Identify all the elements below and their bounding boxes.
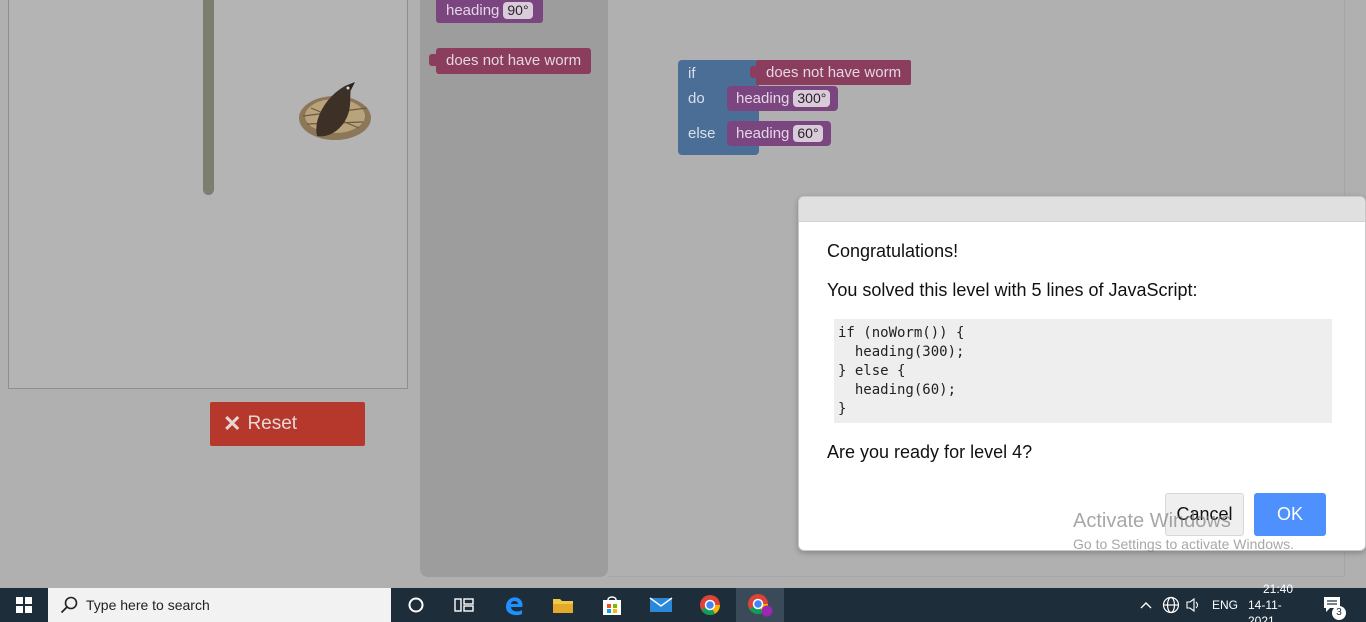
cortana-circle-icon <box>408 597 424 613</box>
action-center-button[interactable]: 3 <box>1322 588 1346 622</box>
search-icon <box>60 596 78 614</box>
else-heading-block[interactable]: heading 60° <box>727 121 831 146</box>
close-icon: ✕ <box>223 411 242 436</box>
speaker-icon <box>1186 597 1199 613</box>
condition-block-label: does not have worm <box>446 52 582 69</box>
mail-button[interactable] <box>637 588 685 622</box>
edge-browser-icon <box>506 597 523 616</box>
code-line: } <box>838 401 847 417</box>
taskbar: Type here to search ENG 21:40 14-11-2021… <box>0 582 1366 622</box>
if-label: if <box>688 65 696 82</box>
search-placeholder: Type here to search <box>86 597 210 613</box>
clock[interactable]: 21:40 14-11-2021 <box>1248 582 1308 622</box>
language-indicator[interactable]: ENG <box>1212 588 1238 622</box>
dialog-title: Congratulations! <box>827 241 959 261</box>
bird-in-nest-icon <box>299 82 371 140</box>
heading-block-label: heading <box>446 2 500 19</box>
condition-block-label: does not have worm <box>766 64 902 81</box>
start-button[interactable] <box>0 588 48 622</box>
cancel-button[interactable]: Cancel <box>1165 493 1244 536</box>
heading-angle-field[interactable]: 90° <box>503 2 533 19</box>
toolbox-does-not-have-worm-block[interactable]: does not have worm <box>429 48 592 74</box>
folder-icon <box>553 599 573 613</box>
volume-button[interactable] <box>1185 588 1203 622</box>
show-hidden-icons-button[interactable] <box>1140 588 1152 622</box>
block-connector <box>429 54 437 66</box>
notification-count-badge: 3 <box>1332 606 1346 620</box>
else-label: else <box>688 125 716 142</box>
code-line: heading(60); <box>838 382 957 398</box>
taskbar-search-box[interactable]: Type here to search <box>48 588 391 622</box>
reset-button[interactable]: ✕ Reset <box>210 402 365 446</box>
game-visualization <box>8 0 408 389</box>
block-connector <box>750 66 758 78</box>
dialog-message: You solved this level with 5 lines of Ja… <box>827 280 1198 300</box>
network-button[interactable] <box>1162 588 1180 622</box>
chrome-icon <box>700 595 721 616</box>
chrome-profile-icon <box>748 594 773 617</box>
store-bag-icon <box>603 596 621 615</box>
dialog-question: Are you ready for level 4? <box>827 442 1033 462</box>
heading-block-label: heading <box>736 125 790 142</box>
reset-label: Reset <box>247 413 298 434</box>
code-line: heading(300); <box>838 344 965 360</box>
code-line: if (noWorm()) { <box>838 325 965 341</box>
toolbox-flyout <box>420 0 608 577</box>
code-line: } else { <box>838 363 906 379</box>
clock-time: 21:40 <box>1262 582 1294 596</box>
cortana-button[interactable] <box>392 588 440 622</box>
chrome-profile-button[interactable] <box>736 588 784 622</box>
globe-icon <box>1162 596 1180 614</box>
edge-button[interactable] <box>490 588 538 622</box>
task-view-icon <box>454 598 474 612</box>
do-label: do <box>688 90 705 107</box>
clock-date: 14-11-2021 <box>1248 598 1282 622</box>
heading-block-label: heading <box>736 90 790 107</box>
heading-angle-field[interactable]: 300° <box>793 90 831 107</box>
do-heading-block[interactable]: heading 300° <box>727 86 839 111</box>
toolbox-heading-block[interactable]: heading 90° <box>436 0 543 23</box>
chrome-button[interactable] <box>686 588 734 622</box>
code-snippet: if (noWorm()) { heading(300); } else { h… <box>834 319 1332 423</box>
windows-logo-icon <box>16 597 32 613</box>
task-view-button[interactable] <box>440 588 488 622</box>
microsoft-store-button[interactable] <box>588 588 636 622</box>
wall-obstacle <box>203 0 214 195</box>
file-explorer-button[interactable] <box>539 588 587 622</box>
ok-button[interactable]: OK <box>1254 493 1326 536</box>
dialog-titlebar[interactable] <box>799 197 1365 222</box>
chevron-up-icon <box>1140 602 1152 609</box>
mail-envelope-icon <box>649 597 673 612</box>
condition-does-not-have-worm-block[interactable]: does not have worm <box>750 60 912 85</box>
heading-angle-field[interactable]: 60° <box>793 125 823 142</box>
congratulations-dialog: Congratulations! You solved this level w… <box>798 196 1366 551</box>
